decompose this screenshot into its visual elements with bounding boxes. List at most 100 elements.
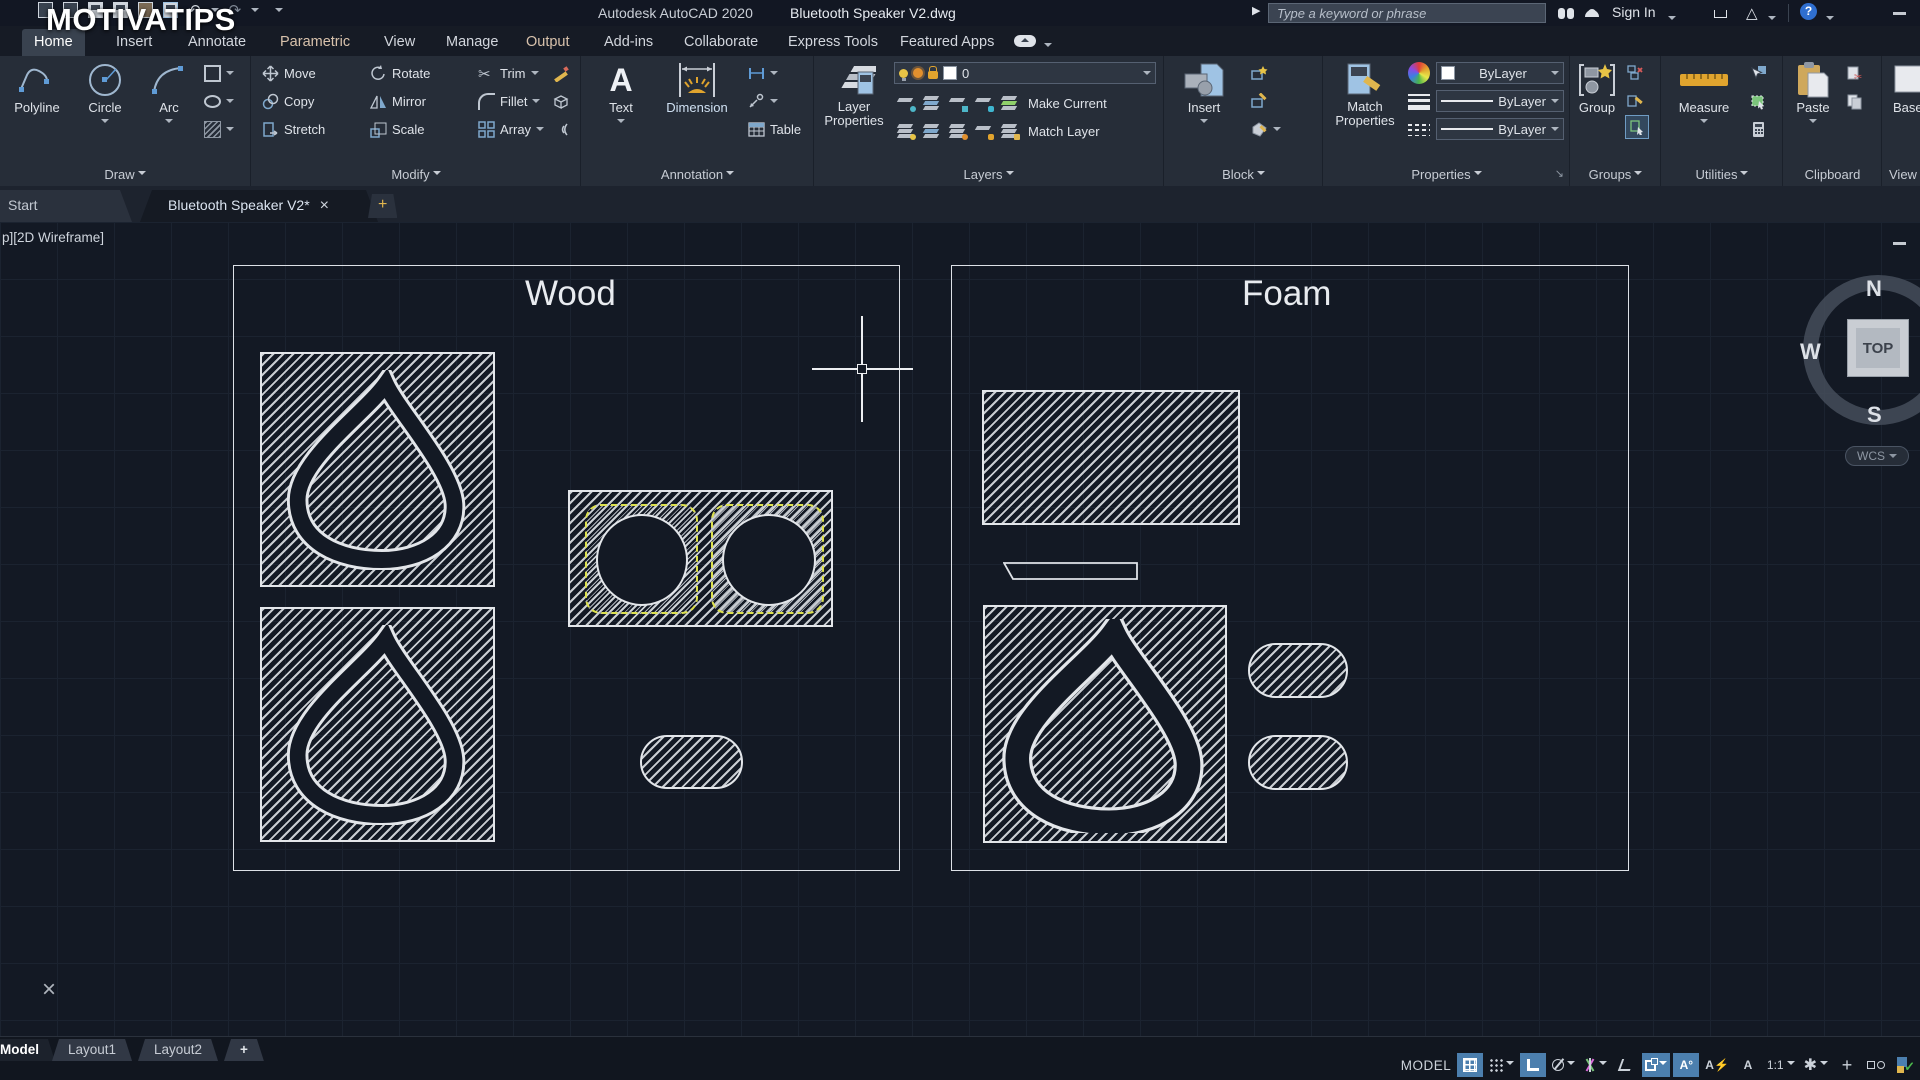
layout-tab-layout1[interactable]: Layout1 <box>52 1039 132 1061</box>
autodesk-app-icon[interactable]: △ <box>1746 4 1758 22</box>
isometric-drafting-toggle[interactable] <box>1581 1053 1610 1077</box>
insert-button[interactable]: Insert <box>1173 60 1235 130</box>
group-edit-icon[interactable] <box>1627 93 1644 110</box>
quick-calculator-icon[interactable] <box>1750 121 1767 138</box>
array-button[interactable]: Array <box>478 116 544 142</box>
teardrop-cutout-2[interactable] <box>280 625 476 825</box>
tab-express-tools[interactable]: Express Tools <box>776 29 890 56</box>
customization-button[interactable]: + <box>1834 1053 1860 1077</box>
ribbon-display-toggle-icon[interactable] <box>1014 35 1036 47</box>
layer-combo-caret[interactable] <box>1143 71 1151 79</box>
tab-manage[interactable]: Manage <box>434 29 510 56</box>
linear-dimension-caret[interactable] <box>770 71 778 79</box>
graphics-performance-button[interactable]: ✓ <box>1892 1053 1918 1077</box>
snap-toggle[interactable] <box>1486 1053 1517 1077</box>
panel-title-view[interactable]: View <box>1883 167 1920 182</box>
autodesk-app-caret[interactable] <box>1768 16 1776 24</box>
match-properties-button[interactable]: Match Properties <box>1328 60 1402 128</box>
file-tab-close-icon[interactable]: × <box>320 197 329 214</box>
selected-cutout-frame-1[interactable] <box>585 504 698 614</box>
file-tab-new-icon[interactable]: + <box>368 194 397 218</box>
measure-button[interactable]: Measure <box>1672 60 1736 130</box>
tab-add-ins[interactable]: Add-ins <box>592 29 665 56</box>
layer-freeze-icon[interactable] <box>950 96 966 110</box>
tab-featured-apps[interactable]: Featured Apps <box>888 29 1006 56</box>
circle-dropdown-caret[interactable] <box>101 119 109 127</box>
snap-caret[interactable] <box>1506 1061 1514 1069</box>
linetype-icon[interactable] <box>1408 124 1430 136</box>
help-caret[interactable] <box>1826 16 1834 24</box>
create-block-icon[interactable] <box>1251 65 1268 82</box>
rectangle-dropdown-caret[interactable] <box>226 71 234 79</box>
commandline-close-icon[interactable]: × <box>42 978 56 1002</box>
linear-dimension-icon[interactable] <box>748 65 765 82</box>
group-button[interactable]: Group <box>1571 60 1623 115</box>
lineweight-dropdown[interactable]: ByLayer <box>1436 90 1564 112</box>
qat-customize-caret[interactable] <box>275 8 283 16</box>
measure-dropdown-caret[interactable] <box>1700 119 1708 127</box>
speaker-hole-2[interactable] <box>722 514 816 606</box>
panel-title-annotation[interactable]: Annotation <box>582 167 813 182</box>
search-input[interactable] <box>1268 3 1546 23</box>
foam-part-pill-1[interactable] <box>1248 643 1348 698</box>
select-objects-icon[interactable] <box>1750 93 1767 110</box>
file-tab-active-doc[interactable]: Bluetooth Speaker V2*× <box>140 190 378 222</box>
layer-properties-button[interactable]: Layer Properties <box>818 60 890 128</box>
speaker-hole-1[interactable] <box>596 514 688 606</box>
layer-unisolate-icon[interactable] <box>924 96 940 110</box>
viewcube-top-face[interactable]: TOP <box>1847 319 1909 377</box>
cart-icon[interactable] <box>1714 5 1727 21</box>
wood-part-speaker-plate[interactable] <box>568 490 833 627</box>
ellipse-icon[interactable] <box>204 95 221 108</box>
object-snap-toggle[interactable] <box>1642 1053 1670 1077</box>
panel-title-layers[interactable]: Layers <box>814 167 1163 182</box>
layer-unlock-icon[interactable] <box>976 124 992 138</box>
define-attributes-icon[interactable] <box>1251 121 1268 138</box>
leader-caret[interactable] <box>770 99 778 107</box>
rectangle-icon[interactable] <box>204 65 221 82</box>
cut-icon[interactable]: ✂ <box>1846 65 1863 82</box>
layer-color-swatch[interactable] <box>943 66 957 80</box>
ortho-toggle[interactable] <box>1520 1053 1546 1077</box>
wood-part-square-2[interactable] <box>260 607 495 842</box>
workspace-switching[interactable]: ✱ <box>1801 1053 1831 1077</box>
foam-part-strip[interactable] <box>1003 562 1139 581</box>
text-button[interactable]: A Text <box>590 60 652 130</box>
layer-thaw-icon[interactable] <box>950 124 966 138</box>
layer-lock-small-icon[interactable] <box>976 96 992 110</box>
polar-tracking-toggle[interactable] <box>1549 1053 1578 1077</box>
help-icon[interactable]: ? <box>1800 3 1817 20</box>
properties-panel-launcher-icon[interactable]: ↘ <box>1555 167 1564 180</box>
layer-freeze-sun-icon[interactable] <box>913 68 923 78</box>
explode-icon[interactable] <box>552 93 569 110</box>
isolate-objects-button[interactable] <box>1863 1053 1889 1077</box>
polyline-button[interactable]: Polyline <box>6 60 68 115</box>
annotation-scale-value[interactable]: 1:1 <box>1764 1053 1798 1077</box>
match-layer-label[interactable]: Match Layer <box>1028 124 1100 139</box>
layer-combobox[interactable]: 0 <box>894 62 1156 84</box>
redo-dropdown-caret[interactable] <box>251 8 259 16</box>
copy-button[interactable]: Copy <box>262 88 314 114</box>
sign-in-caret[interactable] <box>1668 16 1676 24</box>
tab-output[interactable]: Output <box>514 29 582 56</box>
leader-icon[interactable] <box>748 93 765 110</box>
linetype-dropdown[interactable]: ByLayer <box>1436 118 1564 140</box>
search-expand-icon[interactable]: ▶ <box>1252 4 1260 17</box>
circle-button[interactable]: Circle <box>74 60 136 130</box>
insert-dropdown-caret[interactable] <box>1200 119 1208 127</box>
erase-icon[interactable] <box>552 65 569 82</box>
teardrop-cutout-1[interactable] <box>280 370 476 570</box>
arc-button[interactable]: Arc <box>138 60 200 130</box>
paste-dropdown-caret[interactable] <box>1809 119 1817 127</box>
osnap-caret[interactable] <box>1659 1061 1667 1069</box>
foam-part-square[interactable] <box>983 605 1227 843</box>
trim-dropdown-caret[interactable] <box>531 71 539 79</box>
panel-title-modify[interactable]: Modify <box>252 167 580 182</box>
lineweight-icon[interactable] <box>1408 94 1430 110</box>
fillet-dropdown-caret[interactable] <box>532 99 540 107</box>
object-color-dropdown[interactable]: ByLayer <box>1436 62 1564 84</box>
edit-block-icon[interactable] <box>1251 93 1268 110</box>
panel-title-properties[interactable]: Properties <box>1324 167 1569 182</box>
tab-parametric[interactable]: Parametric <box>268 29 362 56</box>
sign-in-label[interactable]: Sign In <box>1612 4 1656 20</box>
